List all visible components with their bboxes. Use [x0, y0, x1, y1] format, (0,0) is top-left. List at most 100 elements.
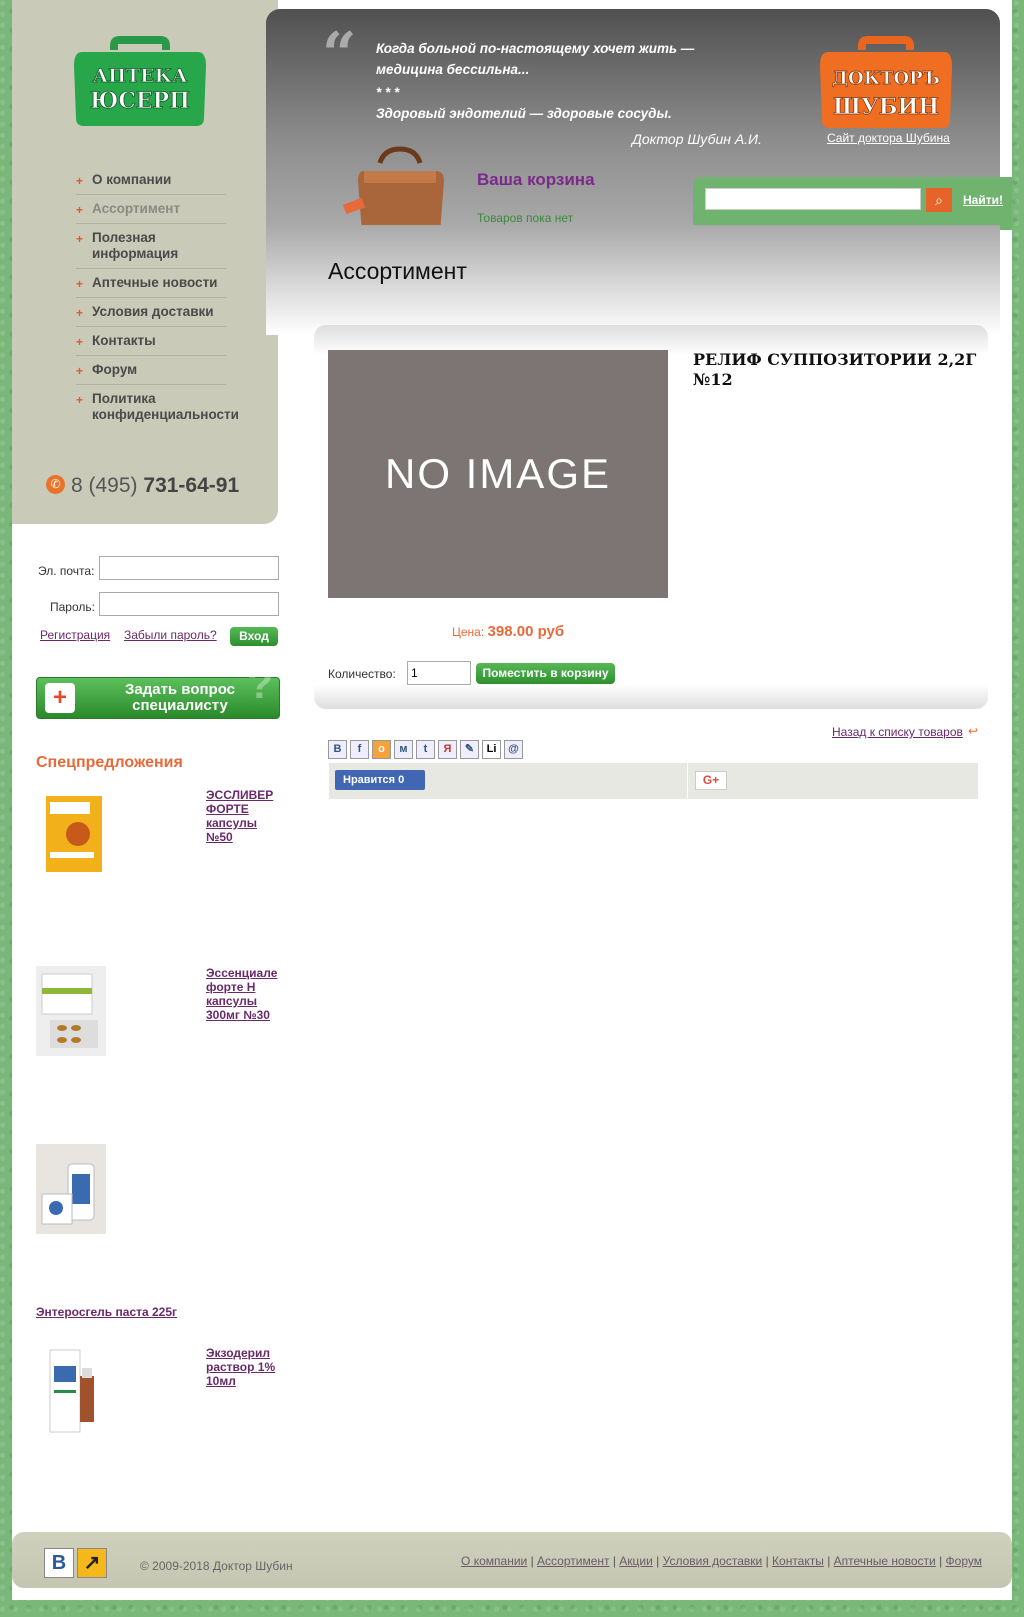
nav-label[interactable]: Контакты: [92, 333, 156, 348]
nav-label[interactable]: Политика конфиденциальности: [92, 391, 239, 422]
nav-item-privacy[interactable]: + Политика конфиденциальности: [76, 391, 239, 429]
yandex-share-icon[interactable]: Я: [438, 740, 457, 759]
quote-line-1: Когда больной по-настоящему хочет жить —…: [376, 41, 695, 77]
google-plus-button[interactable]: G+: [695, 771, 727, 790]
email-label: Эл. почта:: [38, 564, 95, 578]
doctor-site-link[interactable]: Сайт доктора Шубина: [827, 131, 950, 145]
footer-links: О компании | Ассортимент | Акции | Услов…: [461, 1554, 982, 1568]
nav-item-news[interactable]: + Аптечные новости: [76, 275, 226, 298]
nav-label[interactable]: Условия доставки: [92, 304, 214, 319]
footer-link-forum[interactable]: Форум: [946, 1554, 982, 1568]
phone-number: ✆ 8 (495) 731-64-91: [46, 474, 239, 498]
bullet-icon: +: [76, 277, 84, 291]
doctor-logo[interactable]: ДОКТОРЪ ШУБИН: [818, 34, 954, 130]
search-icon[interactable]: ⌕: [926, 188, 952, 212]
search-button[interactable]: Найти!: [963, 193, 1003, 207]
nav-item-assortment[interactable]: + Ассортимент: [76, 201, 226, 224]
odnoklassniki-share-icon[interactable]: о: [372, 740, 391, 759]
vk-share-icon[interactable]: В: [328, 740, 347, 759]
phone-code: 8 (495): [71, 474, 138, 497]
left-panel: АПТЕКА ЮСЕРП + О компании + Ассортимент + П…: [12, 0, 278, 524]
nav-item-info[interactable]: + Полезная информация: [76, 230, 226, 269]
quote-icon: “: [322, 20, 357, 90]
forgot-password-link[interactable]: Забыли пароль?: [124, 628, 217, 642]
product-image[interactable]: [36, 966, 106, 1056]
blog-share-icon[interactable]: ✎: [460, 740, 479, 759]
copyright: © 2009-2018 Доктор Шубин: [140, 1559, 293, 1573]
search-input[interactable]: [705, 188, 921, 210]
bullet-icon: +: [76, 306, 84, 320]
quantity-label: Количество:: [328, 667, 396, 681]
password-field[interactable]: [99, 592, 279, 616]
facebook-like-button[interactable]: Нравится 0: [335, 770, 425, 790]
special-item-link[interactable]: Эссенциале форте Н капсулы 300мг №30: [206, 966, 286, 1022]
header-quote: Когда больной по-настоящему хочет жить —…: [376, 38, 716, 124]
add-to-cart-button[interactable]: Поместить в корзину: [476, 663, 615, 684]
nav-label[interactable]: Аптечные новости: [92, 275, 217, 290]
footer-link-news[interactable]: Аптечные новости: [834, 1554, 936, 1568]
product-image-placeholder: NO IMAGE: [328, 350, 668, 598]
question-icon: ?: [247, 660, 273, 707]
bullet-icon: +: [76, 335, 84, 349]
quote-author: Доктор Шубин А.И.: [632, 131, 762, 147]
footer-link-about[interactable]: О компании: [461, 1554, 527, 1568]
footer-link-delivery[interactable]: Условия доставки: [663, 1554, 763, 1568]
quote-separator: * * *: [376, 85, 400, 100]
product-price: Цена: 398.00 руб: [452, 623, 564, 640]
mailru-share-icon[interactable]: @: [504, 740, 523, 759]
logo-text-1: АПТЕКА: [93, 65, 188, 87]
footer-icons: В ↗: [44, 1548, 110, 1578]
price-label: Цена:: [452, 625, 485, 639]
special-offers-title: Спецпредложения: [36, 754, 183, 771]
moimir-share-icon[interactable]: м: [394, 740, 413, 759]
back-to-list-link[interactable]: Назад к списку товаров: [832, 725, 963, 739]
doctor-logo-text-1: ДОКТОРЪ: [832, 68, 940, 89]
external-link-icon[interactable]: ↗: [77, 1548, 107, 1578]
product-image[interactable]: [36, 788, 106, 878]
nav-label[interactable]: Полезная информация: [92, 230, 178, 261]
bullet-icon: +: [76, 174, 84, 188]
product-image[interactable]: [36, 1144, 106, 1234]
liveinternet-share-icon[interactable]: Li: [482, 740, 501, 759]
cart-status: Товаров пока нет: [477, 211, 574, 225]
logo-text-2: ЮСЕРП: [90, 88, 190, 114]
product-name: РЕЛИФ СУППОЗИТОРИИ 2,2Г №12: [693, 350, 977, 389]
nav-label[interactable]: Форум: [92, 362, 137, 377]
login-button[interactable]: Вход: [230, 627, 278, 646]
social-bar: Нравится 0 G+: [329, 763, 978, 799]
main-nav: + О компании + Ассортимент + Полезная инфор…: [76, 172, 239, 435]
pharmacy-logo[interactable]: АПТЕКА ЮСЕРП: [72, 36, 208, 128]
footer-link-assortment[interactable]: Ассортимент: [537, 1554, 609, 1568]
email-field[interactable]: [99, 556, 279, 580]
product-image[interactable]: [36, 1346, 106, 1436]
ask-specialist-button[interactable]: + ? Задать вопрос специалисту: [36, 660, 280, 719]
back-arrow-icon: ↩: [968, 724, 979, 738]
facebook-share-icon[interactable]: f: [350, 740, 369, 759]
password-label: Пароль:: [50, 600, 95, 614]
footer: В ↗ © 2009-2018 Доктор Шубин О компании |…: [12, 1532, 1012, 1588]
nav-item-about[interactable]: + О компании: [76, 172, 226, 195]
nav-item-forum[interactable]: + Форум: [76, 362, 226, 385]
nav-item-delivery[interactable]: + Условия доставки: [76, 304, 226, 327]
phone-main: 731-64-91: [143, 474, 240, 497]
quantity-input[interactable]: [407, 661, 471, 685]
bullet-icon: +: [76, 232, 84, 246]
special-item-link[interactable]: ЭССЛИВЕР ФОРТЕ капсулы №50: [206, 788, 286, 844]
search-box: ⌕ Найти!: [693, 177, 1012, 230]
phone-icon: ✆: [46, 474, 65, 494]
bullet-icon: +: [76, 203, 84, 217]
nav-label[interactable]: О компании: [92, 172, 171, 187]
footer-link-promotions[interactable]: Акции: [619, 1554, 653, 1568]
medical-cross-icon: +: [45, 683, 75, 713]
cart-title[interactable]: Ваша корзина: [477, 170, 595, 190]
nav-item-contacts[interactable]: + Контакты: [76, 333, 226, 356]
special-item-link[interactable]: Экзодерил раствор 1% 10мл: [206, 1346, 286, 1388]
footer-link-contacts[interactable]: Контакты: [772, 1554, 824, 1568]
special-item-link[interactable]: Энтеросгель паста 225г: [36, 1305, 177, 1319]
quote-line-2: Здоровый эндотелий — здоровые сосуды.: [376, 106, 672, 121]
twitter-share-icon[interactable]: t: [416, 740, 435, 759]
vk-icon[interactable]: В: [44, 1548, 74, 1578]
price-value: 398.00 руб: [487, 623, 565, 640]
nav-label[interactable]: Ассортимент: [92, 201, 180, 216]
register-link[interactable]: Регистрация: [40, 628, 110, 642]
